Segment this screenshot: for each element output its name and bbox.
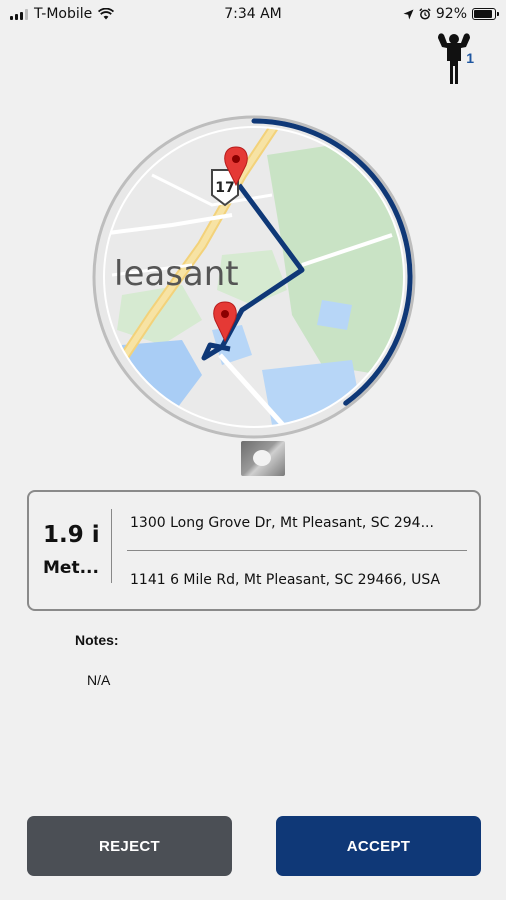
status-bar: T-Mobile 7:34 AM 92% — [0, 0, 506, 30]
route-shield-label: 17 — [215, 180, 234, 196]
alarm-icon — [419, 8, 431, 20]
driver-thumbnail[interactable] — [241, 441, 285, 476]
trip-distance-unit: Met... — [43, 558, 99, 578]
pickup-address: 1300 Long Grove Dr, Mt Pleasant, SC 294.… — [130, 515, 434, 531]
map-town-label: leasant — [114, 254, 239, 294]
dropoff-address: 1141 6 Mile Rd, Mt Pleasant, SC 29466, U… — [130, 572, 441, 588]
status-right: 92% — [403, 6, 499, 22]
battery-percent: 92% — [435, 6, 467, 22]
reject-button[interactable]: REJECT — [27, 816, 232, 876]
badge-count: 1 — [466, 50, 474, 66]
notes-label: Notes: — [75, 632, 119, 648]
location-arrow-icon — [403, 9, 414, 19]
battery-icon — [472, 8, 499, 20]
notes-value: N/A — [87, 672, 111, 688]
accept-button[interactable]: ACCEPT — [276, 816, 481, 876]
card-horizontal-divider — [127, 550, 467, 551]
route-map[interactable]: leasant 17 — [92, 115, 416, 439]
trip-card: 1.9 i Met... 1300 Long Grove Dr, Mt Plea… — [27, 490, 481, 611]
trip-distance: 1.9 i — [43, 522, 100, 548]
card-vertical-divider — [111, 509, 112, 583]
